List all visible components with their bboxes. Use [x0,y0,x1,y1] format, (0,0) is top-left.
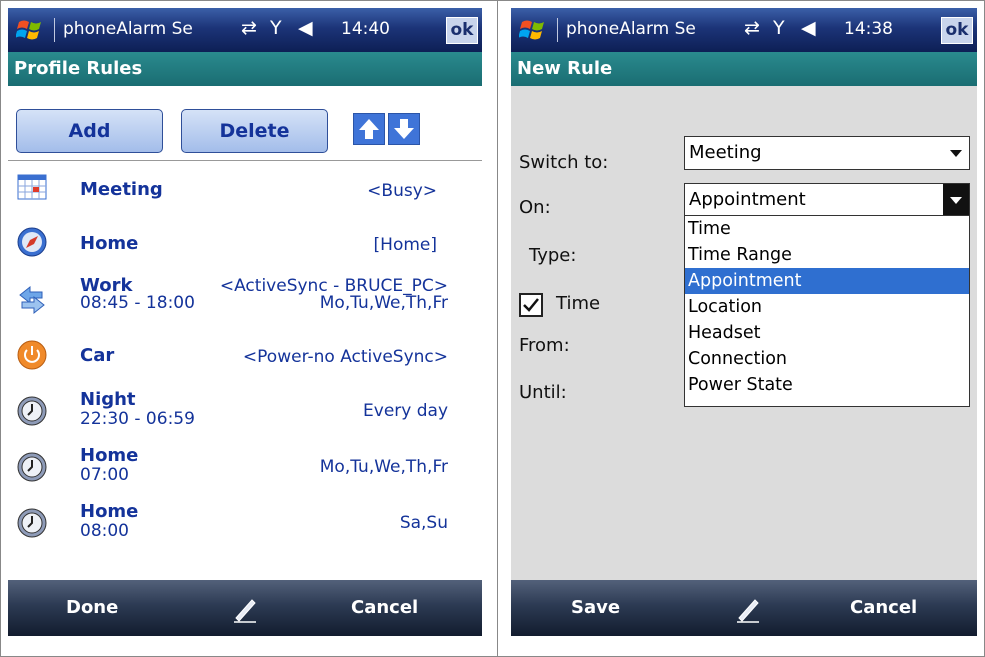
divider [497,0,498,657]
calendar-icon [17,174,47,200]
signal-icon: Y [270,17,282,39]
dropdown-option[interactable]: Time Range [685,242,969,268]
rule-condition: [Home] [373,235,437,255]
windows-start-icon[interactable] [519,16,549,44]
rule-name: Meeting [80,179,163,200]
rule-name: Car [80,345,115,366]
list-item[interactable]: Car <Power-no ActiveSync> [8,335,482,379]
app-title: phoneAlarm Se [63,19,193,39]
add-button[interactable]: Add [16,109,163,153]
dropdown-option[interactable]: Time [685,216,969,242]
on-dropdown-list: Time Time Range Appointment Location Hea… [684,215,970,407]
rule-time: 08:00 [80,521,129,541]
on-select[interactable]: Appointment [684,183,970,217]
page-title: New Rule [517,58,613,79]
rule-days: Mo,Tu,We,Th,Fr [319,293,448,313]
status-bar: phoneAlarm Se ⇄ Y ◀ 14:38 ok [511,8,977,52]
list-item[interactable]: Home 07:00 Mo,Tu,We,Th,Fr [8,443,482,493]
list-item[interactable]: Night 22:30 - 06:59 Every day [8,387,482,437]
checkmark-icon [523,298,539,312]
status-clock: 14:38 [844,19,893,39]
on-label: On: [519,197,551,218]
type-label: Type: [529,245,577,266]
compass-icon [17,227,47,257]
list-item[interactable]: Meeting <Busy> [8,169,482,213]
sync-icon [19,285,45,315]
move-up-button[interactable] [353,113,385,145]
arrow-up-icon [359,119,379,139]
move-down-button[interactable] [388,113,420,145]
switch-to-select[interactable]: Meeting [684,136,970,170]
new-rule-screen: phoneAlarm Se ⇄ Y ◀ 14:38 ok New Rule Sw… [511,8,977,644]
clock-icon [17,452,47,482]
save-softkey[interactable]: Save [571,597,620,618]
list-item[interactable]: Home [Home] [8,221,482,265]
rule-name: Home [80,233,139,254]
from-label: From: [519,335,570,356]
clock-icon [17,396,47,426]
page-title-bar: New Rule [511,52,977,86]
cancel-softkey[interactable]: Cancel [351,597,418,618]
page-title: Profile Rules [14,58,143,79]
list-item[interactable]: Work <ActiveSync - BRUCE_PC> 08:45 - 18:… [8,271,482,327]
list-item[interactable]: Home 08:00 Sa,Su [8,499,482,549]
delete-button[interactable]: Delete [181,109,328,153]
rule-list: Meeting <Busy> Home [Home] Work <ActiveS… [8,160,482,579]
connectivity-icon: ⇄ [744,17,760,39]
connectivity-icon: ⇄ [241,17,257,39]
ok-button[interactable]: ok [446,17,478,44]
signal-icon: Y [773,17,785,39]
rule-days: Mo,Tu,We,Th,Fr [319,457,448,477]
rule-name: Home [80,445,139,466]
time-checkbox-label: Time [556,293,601,314]
soft-key-bar: Save Cancel [511,580,977,636]
rule-name: Night [80,389,136,410]
dropdown-option-selected[interactable]: Appointment [685,268,969,294]
dropdown-option[interactable]: Power State [685,372,969,398]
dropdown-option[interactable]: Headset [685,320,969,346]
dropdown-option[interactable]: Location [685,294,969,320]
cancel-softkey[interactable]: Cancel [850,597,917,618]
chevron-down-icon [950,150,962,157]
clock-icon [17,508,47,538]
windows-start-icon[interactable] [16,16,46,44]
on-value: Appointment [689,189,806,210]
rule-name: Home [80,501,139,522]
rule-condition: <Power-no ActiveSync> [242,347,448,367]
dropdown-option[interactable]: Connection [685,346,969,372]
app-title: phoneAlarm Se [566,19,696,39]
rule-time: 08:45 - 18:00 [80,293,195,313]
speaker-icon: ◀ [801,17,816,39]
rule-time: 22:30 - 06:59 [80,409,195,429]
time-checkbox[interactable] [519,293,543,317]
profile-rules-screen: phoneAlarm Se ⇄ Y ◀ 14:40 ok Profile Rul… [8,8,482,644]
done-softkey[interactable]: Done [66,597,118,618]
form-area: Switch to: Meeting On: Appointment Type:… [511,86,977,588]
arrow-down-icon [394,119,414,139]
speaker-icon: ◀ [298,17,313,39]
chevron-down-icon [943,184,969,216]
status-bar: phoneAlarm Se ⇄ Y ◀ 14:40 ok [8,8,482,52]
rule-days: Sa,Su [399,513,448,533]
status-separator [557,18,558,42]
rule-condition: <Busy> [367,181,437,201]
status-clock: 14:40 [341,19,390,39]
status-separator [54,18,55,42]
rule-days: Every day [363,401,448,421]
ok-button[interactable]: ok [941,17,973,44]
page-title-bar: Profile Rules [8,52,482,86]
rule-time: 07:00 [80,465,129,485]
soft-key-bar: Done Cancel [8,580,482,636]
power-icon [17,340,47,370]
pen-input-icon[interactable] [230,594,260,624]
until-label: Until: [519,382,567,403]
switch-to-value: Meeting [689,142,762,163]
pen-input-icon[interactable] [733,594,763,624]
switch-to-label: Switch to: [519,152,609,173]
